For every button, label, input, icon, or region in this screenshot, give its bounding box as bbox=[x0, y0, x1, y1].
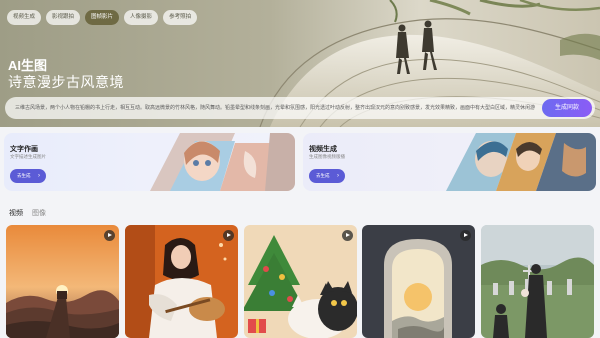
prompt-text[interactable]: 三维古风场景，两个小人物在铅棚的书上行走，相互互动。取高远微景的竹林风格，随风舞… bbox=[15, 97, 535, 119]
play-icon[interactable] bbox=[223, 230, 234, 241]
play-icon[interactable] bbox=[342, 230, 353, 241]
feature-card-video-generation[interactable]: 视频生成 生成图像视频版播 去生成 › bbox=[303, 133, 596, 191]
tab-portrait-photo[interactable]: 人像摄影 bbox=[124, 10, 159, 25]
media-tile[interactable] bbox=[6, 225, 119, 338]
tab-frame-film[interactable]: 图帧影片 bbox=[85, 10, 120, 25]
top-tab-bar: 视频生成 影视跟拍 图帧影片 人像摄影 参考照拍 bbox=[7, 10, 198, 25]
tab-video-generation[interactable]: 视频生成 bbox=[7, 10, 42, 25]
card-title: 视频生成 bbox=[309, 146, 337, 153]
hero-subtitle: 诗意漫步古风意境 bbox=[8, 74, 124, 90]
play-icon[interactable] bbox=[460, 230, 471, 241]
text-to-image-artwork bbox=[150, 133, 295, 191]
tile-image bbox=[6, 225, 119, 338]
media-tab-bar: 视频 图像 bbox=[9, 208, 46, 218]
media-tile[interactable] bbox=[481, 225, 594, 338]
media-tile[interactable] bbox=[362, 225, 475, 338]
tile-image bbox=[244, 225, 357, 338]
button-label: 去生成 bbox=[17, 173, 31, 178]
tab-film-follow[interactable]: 影视跟拍 bbox=[46, 10, 81, 25]
card-subtitle: 文字描述生成图片 bbox=[10, 154, 46, 159]
tile-image bbox=[362, 225, 475, 338]
play-icon[interactable] bbox=[104, 230, 115, 241]
card-title: 文字作画 bbox=[10, 146, 38, 153]
go-generate-button[interactable]: 去生成 › bbox=[10, 169, 46, 183]
arrow-right-icon: › bbox=[38, 173, 40, 179]
tab-reference-photo[interactable]: 参考照拍 bbox=[163, 10, 198, 25]
media-tile[interactable] bbox=[244, 225, 357, 338]
tab-video[interactable]: 视频 bbox=[9, 208, 23, 218]
tile-image bbox=[125, 225, 238, 338]
feature-card-text-to-image[interactable]: 文字作画 文字描述生成图片 去生成 › bbox=[4, 133, 295, 191]
button-label: 去生成 bbox=[316, 173, 330, 178]
hero-banner: 视频生成 影视跟拍 图帧影片 人像摄影 参考照拍 AI生图 诗意漫步古风意境 三… bbox=[0, 0, 600, 127]
card-subtitle: 生成图像视频版播 bbox=[309, 154, 345, 159]
generate-same-button[interactable]: 生成同款 bbox=[542, 99, 592, 117]
tile-image bbox=[481, 225, 594, 338]
video-generation-artwork bbox=[446, 133, 596, 191]
arrow-right-icon: › bbox=[337, 173, 339, 179]
prompt-bar[interactable]: 三维古风场景，两个小人物在铅棚的书上行走，相互互动。取高远微景的竹林风格，随风舞… bbox=[5, 97, 595, 119]
tab-image[interactable]: 图像 bbox=[32, 208, 46, 218]
media-tile[interactable] bbox=[125, 225, 238, 338]
go-generate-button[interactable]: 去生成 › bbox=[309, 169, 345, 183]
page: 视频生成 影视跟拍 图帧影片 人像摄影 参考照拍 AI生图 诗意漫步古风意境 三… bbox=[0, 0, 600, 338]
